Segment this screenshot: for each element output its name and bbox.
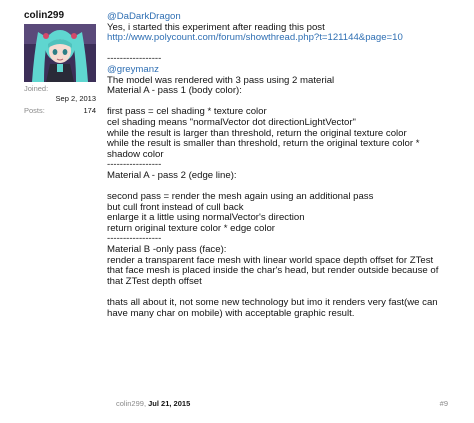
avatar-image [24,24,96,82]
post-line: Material A - pass 2 (edge line): [107,169,237,181]
post-line: ----------------- [107,53,162,65]
footer-date[interactable]: Jul 21, 2015 [148,399,190,408]
post-number[interactable]: #9 [440,399,448,408]
post-body: @DaDarkDragon Yes, i started this experim… [107,11,457,319]
post-line: cel shading means "normalVector dot dire… [107,116,356,128]
posts-value: 174 [83,106,96,115]
footer-author[interactable]: colin299, [116,399,146,408]
joined-value: Sep 2, 2013 [55,94,96,103]
quoted-user-mention[interactable]: @DaDarkDragon [107,11,457,23]
post-line: have many char on mobile) with acceptabl… [107,307,355,319]
posts-key: Posts: [24,106,45,115]
post-footer: colin299, Jul 21, 2015 [116,399,190,408]
post-line: Material A - pass 1 (body color): [107,85,242,97]
author-username[interactable]: colin299 [24,10,64,21]
post-line: that ZTest depth offset [107,275,202,287]
joined-key: Joined: [24,84,49,93]
avatar[interactable] [24,24,96,82]
post-link[interactable]: http://www.polycount.com/forum/showthrea… [107,33,457,44]
quoted-user-mention[interactable]: @greymanz [107,64,457,76]
